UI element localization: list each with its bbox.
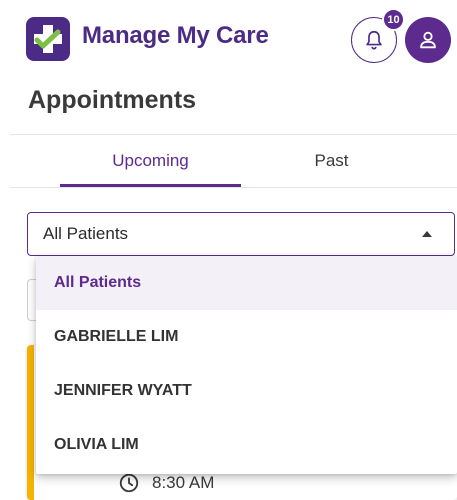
- app-title: Manage My Care: [82, 22, 269, 49]
- user-icon: [420, 31, 436, 49]
- appointment-time: 8:30 AM: [152, 473, 215, 492]
- patient-filter-select[interactable]: All Patients: [27, 212, 455, 256]
- page-title: Appointments: [28, 86, 197, 114]
- menu-item-olivia-lim[interactable]: OLIVIA LIM: [36, 418, 457, 472]
- caret-up-icon: [422, 231, 432, 237]
- menu-item-jennifer-wyatt[interactable]: JENNIFER WYATT: [36, 364, 457, 418]
- medical-cross-check-icon: [34, 25, 62, 53]
- divider: [10, 187, 457, 188]
- patient-filter-value: All Patients: [43, 224, 129, 243]
- menu-item-all-patients[interactable]: All Patients: [36, 256, 457, 310]
- patient-filter-menu: All Patients GABRIELLE LIM JENNIFER WYAT…: [36, 256, 457, 474]
- tab-past[interactable]: Past: [241, 134, 422, 188]
- notification-count-badge: 10: [382, 8, 405, 31]
- clock-icon: [119, 473, 139, 493]
- bell-icon: [366, 30, 382, 50]
- tab-upcoming[interactable]: Upcoming: [60, 134, 241, 188]
- app-logo[interactable]: [26, 17, 70, 61]
- profile-button[interactable]: [405, 17, 451, 63]
- menu-item-gabrielle-lim[interactable]: GABRIELLE LIM: [36, 310, 457, 364]
